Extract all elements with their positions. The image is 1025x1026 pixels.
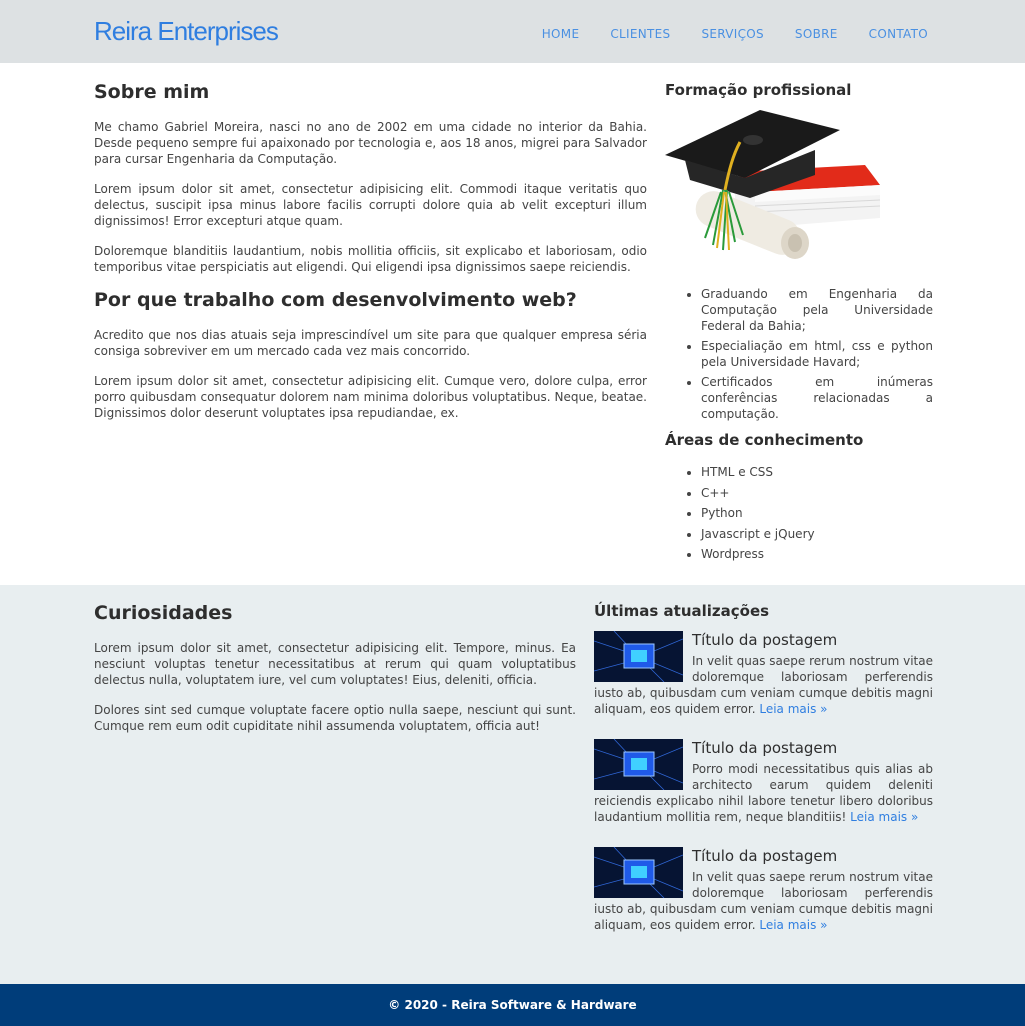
curiosidades-title: Curiosidades	[94, 602, 233, 624]
list-item: Graduando em Engenharia da Computação pe…	[701, 286, 933, 334]
graduation-cap-image	[665, 110, 880, 259]
why-paragraph: Lorem ipsum dolor sit amet, consectetur …	[94, 374, 647, 420]
read-more-link[interactable]: Leia mais »	[759, 918, 827, 932]
formacao-list: Graduando em Engenharia da Computação pe…	[701, 286, 933, 422]
chip-thumbnail-image[interactable]	[594, 739, 683, 790]
list-item: Python	[701, 505, 933, 521]
site-footer: © 2020 - Reira Software & Hardware	[0, 984, 1025, 1026]
list-item: Javascript e jQuery	[701, 526, 933, 542]
curiosidades-section: Curiosidades Lorem ipsum dolor sit amet,…	[0, 585, 1025, 984]
about-paragraph: Me chamo Gabriel Moreira, nasci no ano d…	[94, 120, 647, 166]
list-item: Especialiação em html, css e python pela…	[701, 338, 933, 370]
updates-title: Últimas atualizações	[594, 602, 770, 620]
curiosidades-paragraph: Dolores sint sed cumque voluptate facere…	[94, 703, 576, 733]
nav-sobre[interactable]: SOBRE	[795, 27, 838, 41]
formacao-title: Formação profissional	[665, 81, 852, 99]
areas-title: Áreas de conhecimento	[665, 431, 864, 449]
nav-servicos[interactable]: SERVIÇOS	[701, 27, 763, 41]
about-title: Sobre mim	[94, 81, 210, 103]
why-paragraph: Acredito que nos dias atuais seja impres…	[94, 328, 647, 358]
nav-contato[interactable]: CONTATO	[869, 27, 928, 41]
list-item: Certificados em inúmeras conferências re…	[701, 374, 933, 422]
why-title: Por que trabalho com desenvolvimento web…	[94, 289, 577, 311]
chip-thumbnail-image[interactable]	[594, 631, 683, 682]
about-section: Sobre mim Me chamo Gabriel Moreira, nasc…	[0, 63, 1025, 585]
list-item: HTML e CSS	[701, 464, 933, 480]
post-item: Título da postagem In velit quas saepe r…	[594, 846, 933, 933]
nav-clientes[interactable]: CLIENTES	[610, 27, 670, 41]
about-column: Sobre mim Me chamo Gabriel Moreira, nasc…	[94, 80, 647, 435]
site-header: Reira Enterprises HOME CLIENTES SERVIÇOS…	[0, 0, 1025, 63]
nav-home[interactable]: HOME	[542, 27, 580, 41]
curiosidades-column: Curiosidades Lorem ipsum dolor sit amet,…	[94, 601, 576, 748]
list-item: Wordpress	[701, 546, 933, 562]
brand-logo[interactable]: Reira Enterprises	[94, 16, 279, 47]
about-paragraph: Doloremque blanditiis laudantium, nobis …	[94, 244, 647, 274]
post-item: Título da postagem Porro modi necessitat…	[594, 738, 933, 825]
updates-column: Últimas atualizações Título da postagem …	[594, 601, 933, 933]
read-more-link[interactable]: Leia mais »	[759, 702, 827, 716]
read-more-link[interactable]: Leia mais »	[850, 810, 918, 824]
post-item: Título da postagem In velit quas saepe r…	[594, 630, 933, 717]
about-paragraph: Lorem ipsum dolor sit amet, consectetur …	[94, 182, 647, 228]
list-item: C++	[701, 485, 933, 501]
areas-list: HTML e CSS C++ Python Javascript e jQuer…	[701, 464, 933, 562]
chip-thumbnail-image[interactable]	[594, 847, 683, 898]
main-nav: HOME CLIENTES SERVIÇOS SOBRE CONTATO	[511, 27, 928, 41]
curiosidades-paragraph: Lorem ipsum dolor sit amet, consectetur …	[94, 641, 576, 687]
copyright-text: © 2020 - Reira Software & Hardware	[388, 998, 637, 1012]
sidebar: Formação profissional Graduando em Engen…	[665, 80, 933, 567]
